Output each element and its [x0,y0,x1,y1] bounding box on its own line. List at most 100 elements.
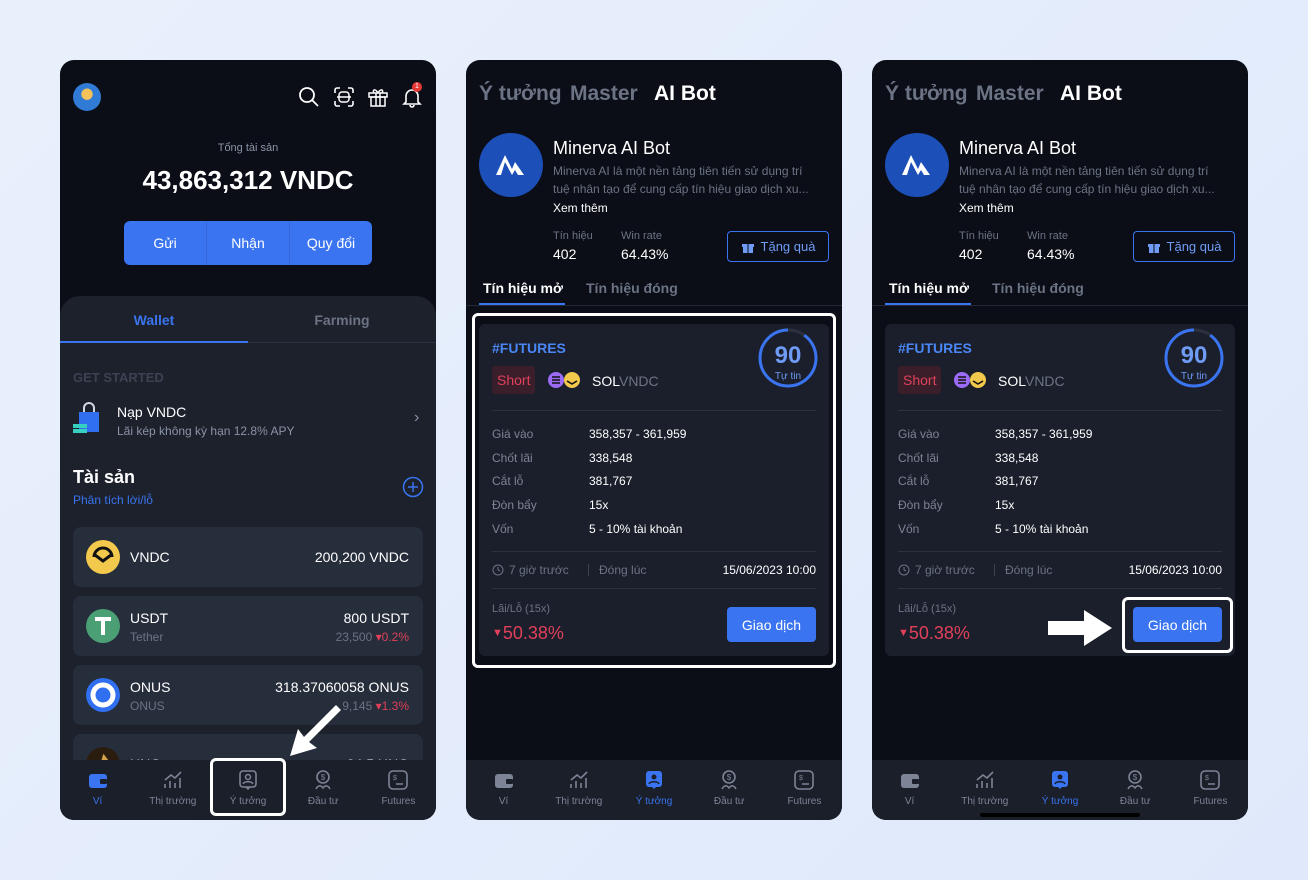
asset-amount: 200,200 VNDC [314,549,409,565]
asset-name: ONUS [130,699,165,713]
bot-description: tuệ nhân tạo để cung cấp tín hiệu giao d… [553,182,809,196]
futures-icon: $ [388,770,409,790]
gift-icon[interactable] [367,86,389,108]
total-balance: 43,863,312 VNDC [142,165,354,195]
trading-pair: SOLVNDC [998,373,1065,389]
highlight-box [472,313,836,668]
nav-label: Đầu tư [1119,796,1151,807]
avatar[interactable] [73,83,101,111]
nav-item-0[interactable]: Ví [872,760,947,820]
see-more-link[interactable]: Xem thêm [553,201,608,215]
idea-icon [1052,771,1068,789]
asset-card-onus[interactable]: ONUS ONUS 318.37060058 ONUS 9,145 ▾1.3% [73,665,423,725]
wallet-screen: 1 Tổng tài sản 43,863,312 VNDC Gửi Nhận Qu… [60,60,436,820]
tab-wallet[interactable]: Wallet [60,312,248,328]
nav-item-1[interactable]: Thị trường [541,760,616,820]
total-label: Tổng tài sản [217,142,279,154]
action-button-2[interactable]: Quy đổi [290,221,372,265]
clock-icon [898,564,910,576]
action-button-1[interactable]: Nhận [207,221,290,265]
top-tab-2[interactable]: AI Bot [654,82,716,106]
invest-icon: $ [1127,770,1143,790]
scan-icon[interactable] [333,86,355,108]
asset-card-usdt[interactable]: USDT Tether 800 USDT 23,500 ▾0.2% [73,596,423,656]
svg-text:$: $ [1205,775,1209,782]
bot-description: tuệ nhân tạo để cung cấp tín hiệu giao d… [959,182,1215,196]
signal-row-label: Giá vào [898,427,940,441]
signal-row-value: 381,767 [995,474,1039,489]
nav-item-4[interactable]: $ Futures [767,760,842,820]
bot-name: Minerva AI Bot [553,138,671,158]
wallet-icon [494,774,513,788]
nav-item-0[interactable]: Ví [466,760,541,820]
signal-row-value: 358,357 - 361,959 [995,427,1093,441]
sol-vndc-coin-icons [954,372,986,388]
see-more-link[interactable]: Xem thêm [959,201,1014,215]
promo-title: Nạp VNDC [117,404,187,420]
nav-item-3[interactable]: $ Đầu tư [692,760,767,820]
usdt-coin-icon [86,609,120,643]
nav-item-1[interactable]: Thị trường [947,760,1022,820]
chevron-right-icon: › [414,409,420,426]
pnl-analysis-link[interactable]: Phân tích lời/lỗ [73,493,153,507]
nav-label: Futures [1193,796,1228,807]
action-buttons: Gửi Nhận Quy đổi [124,221,372,265]
confidence-score: 90 [1180,342,1208,369]
top-tab-0[interactable]: Ý tưởng [885,82,968,106]
highlight-box [1122,597,1233,653]
action-button-0[interactable]: Gửi [124,221,207,265]
pnl-label: Lãi/Lỗ (15x) [898,603,957,615]
nav-item-0[interactable]: Ví [60,760,135,820]
nav-item-4[interactable]: $ Futures [361,760,436,820]
nav-label: Ví [904,796,915,807]
highlight-box [210,758,286,816]
asset-card-vndc[interactable]: VNDC 200,200 VNDC [73,527,423,587]
signal-row-value: 5 - 10% tài khoản [995,521,1089,536]
nav-item-1[interactable]: Thị trường [135,760,210,820]
tab-farming[interactable]: Farming [248,312,436,328]
nav-item-3[interactable]: $ Đầu tư [286,760,361,820]
search-icon[interactable] [298,86,320,108]
winrate-value: 64.43% [1027,246,1075,262]
ai-bot-screen: Ý tưởng Master AI Bot Minerva AI Bot Miner… [466,60,842,820]
top-tab-2[interactable]: AI Bot [1060,82,1122,106]
tab-underline [60,341,248,343]
signals-value: 402 [553,246,577,262]
gift-icon [1147,243,1160,253]
signal-row-label: Đòn bẩy [898,498,943,513]
asset-amount: 800 USDT [343,610,409,626]
nav-item-3[interactable]: $ Đầu tư [1098,760,1173,820]
asset-price: 9,145 [342,699,373,713]
nav-item-4[interactable]: $ Futures [1173,760,1248,820]
svg-text:$: $ [799,775,803,782]
signals-label: Tín hiệu [959,230,999,242]
top-tab-0[interactable]: Ý tưởng [479,82,562,106]
top-tab-1[interactable]: Master [570,82,638,106]
tab-closed-signals[interactable]: Tín hiệu đóng [992,280,1084,296]
tab-open-signals[interactable]: Tín hiệu mở [889,280,969,296]
bottom-nav: Ví Thị trường Ý tưởng $ Đầu tư $ Futures [872,760,1248,820]
onus-coin-icon [86,678,120,712]
signals-label: Tín hiệu [553,230,593,242]
tab-open-signals[interactable]: Tín hiệu mở [483,280,563,296]
nav-item-2[interactable]: Ý tưởng [616,760,691,820]
promo-subtitle: Lãi kép không kỳ hạn 12.8% APY [117,424,295,438]
gift-button-label: Tặng quà [760,239,816,254]
invest-icon: $ [315,770,331,790]
tab-underline [479,303,565,305]
top-tab-1[interactable]: Master [976,82,1044,106]
gift-button[interactable]: Tặng quà [727,231,829,262]
asset-change: ▾0.2% [375,630,409,644]
gift-button[interactable]: Tặng quà [1133,231,1235,262]
idea-icon [646,771,662,789]
nav-label: Ví [92,796,103,807]
nav-label: Thị trường [961,796,1009,807]
tab-closed-signals[interactable]: Tín hiệu đóng [586,280,678,296]
nav-item-2[interactable]: Ý tưởng [1022,760,1097,820]
svg-text:$: $ [321,773,326,782]
add-asset-icon[interactable] [402,476,424,498]
signal-row-value: 15x [995,498,1015,513]
close-label: Đóng lúc [1005,563,1053,577]
svg-text:$: $ [1133,773,1138,782]
asset-amount: 318.37060058 ONUS [275,679,409,695]
